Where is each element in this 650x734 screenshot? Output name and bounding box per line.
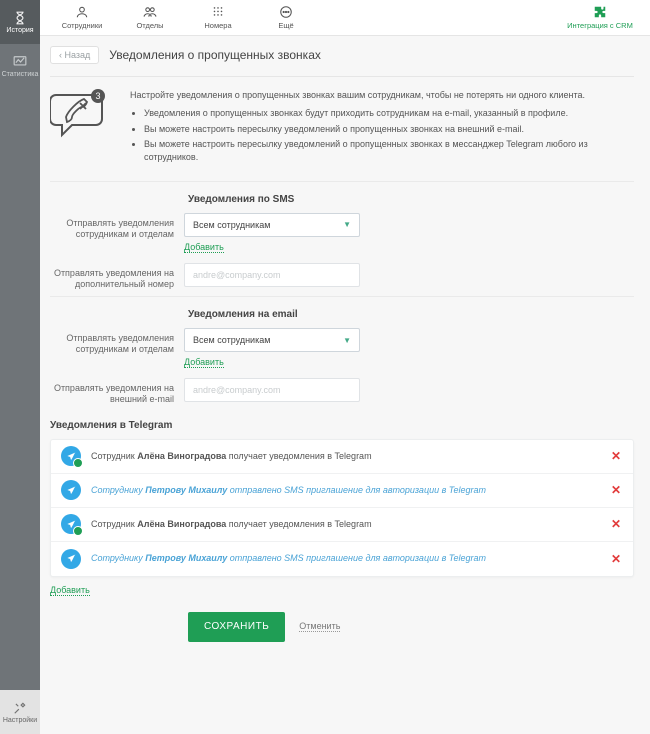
topbar: Сотрудники Отделы Номера Ещё Интеграция … [40, 0, 650, 36]
telegram-row: Сотруднику Петрову Михаилу отправлено SM… [51, 474, 633, 508]
sms-label-2: Отправлять уведомления на дополнительный… [50, 263, 184, 291]
chevron-down-icon: ▼ [343, 220, 351, 229]
tab-employees[interactable]: Сотрудники [48, 0, 116, 35]
puzzle-icon [592, 5, 608, 19]
telegram-row-text: Сотруднику Петрову Михаилу отправлено SM… [91, 553, 599, 564]
sms-add-link[interactable]: Добавить [184, 242, 224, 253]
tab-departments-label: Отделы [136, 21, 163, 30]
email-recipients-select[interactable]: Всем сотрудникам ▼ [184, 328, 360, 352]
telegram-row: Сотрудник Алёна Виноградова получает уве… [51, 440, 633, 474]
hourglass-icon [13, 11, 27, 25]
intro-bullet-3: Вы можете настроить пересылку уведомлени… [144, 138, 634, 163]
sms-select-value: Всем сотрудникам [193, 220, 270, 230]
tab-crm-label: Интеграция с CRM [567, 21, 633, 30]
sms-label-1: Отправлять уведомления сотрудникам и отд… [50, 213, 184, 241]
dialpad-icon [210, 5, 226, 19]
delete-button[interactable]: ✕ [609, 517, 623, 531]
rail-history-label: История [6, 27, 33, 34]
sms-heading: Уведомления по SMS [188, 194, 634, 205]
sms-block: Уведомления по SMS Отправлять уведомлени… [50, 181, 634, 291]
tab-crm[interactable]: Интеграция с CRM [558, 0, 642, 35]
delete-button[interactable]: ✕ [609, 449, 623, 463]
telegram-row-text: Сотруднику Петрову Михаилу отправлено SM… [91, 485, 599, 496]
page-title: Уведомления о пропущенных звонках [109, 48, 321, 62]
telegram-heading: Уведомления в Telegram [50, 420, 634, 431]
telegram-row-text: Сотрудник Алёна Виноградова получает уве… [91, 451, 599, 462]
sms-extra-input[interactable] [184, 263, 360, 287]
more-icon [278, 5, 294, 19]
rail-settings-label: Настройки [3, 717, 37, 724]
left-rail: История Статистика Настройки [0, 0, 40, 734]
telegram-row: Сотрудник Алёна Виноградова получает уве… [51, 508, 633, 542]
email-external-input[interactable] [184, 378, 360, 402]
missed-call-illustration: 3 [50, 89, 110, 139]
rail-settings[interactable]: Настройки [0, 690, 40, 734]
telegram-icon [61, 549, 81, 569]
email-heading: Уведомления на email [188, 309, 634, 320]
intro-bullet-2: Вы можете настроить пересылку уведомлени… [144, 123, 634, 136]
chart-icon [13, 55, 27, 69]
telegram-icon [61, 480, 81, 500]
email-add-link[interactable]: Добавить [184, 357, 224, 368]
svg-text:3: 3 [95, 91, 100, 101]
tab-departments[interactable]: Отделы [116, 0, 184, 35]
back-label: Назад [65, 50, 91, 60]
content: ‹ Назад Уведомления о пропущенных звонка… [40, 36, 650, 734]
tab-more[interactable]: Ещё [252, 0, 320, 35]
cancel-link[interactable]: Отменить [299, 621, 340, 632]
tools-icon [13, 701, 27, 715]
tab-more-label: Ещё [278, 21, 293, 30]
delete-button[interactable]: ✕ [609, 552, 623, 566]
telegram-block: Уведомления в Telegram Сотрудник Алёна В… [50, 420, 634, 596]
rail-stats-label: Статистика [2, 71, 39, 78]
telegram-row-text: Сотрудник Алёна Виноградова получает уве… [91, 519, 599, 530]
telegram-icon [61, 446, 81, 466]
rail-history[interactable]: История [0, 0, 40, 44]
email-label-2: Отправлять уведомления на внешний e-mail [50, 378, 184, 406]
email-label-1: Отправлять уведомления сотрудникам и отд… [50, 328, 184, 356]
telegram-list: Сотрудник Алёна Виноградова получает уве… [50, 439, 634, 577]
sms-recipients-select[interactable]: Всем сотрудникам ▼ [184, 213, 360, 237]
tab-numbers[interactable]: Номера [184, 0, 252, 35]
back-button[interactable]: ‹ Назад [50, 46, 99, 64]
intro-lead: Настройте уведомления о пропущенных звон… [130, 89, 634, 101]
telegram-add-link[interactable]: Добавить [50, 585, 90, 596]
email-block: Уведомления на email Отправлять уведомле… [50, 296, 634, 406]
chevron-down-icon: ▼ [343, 336, 351, 345]
person-icon [73, 5, 91, 19]
people-icon [140, 5, 160, 19]
telegram-row: Сотруднику Петрову Михаилу отправлено SM… [51, 542, 633, 576]
delete-button[interactable]: ✕ [609, 483, 623, 497]
intro-bullet-1: Уведомления о пропущенных звонках будут … [144, 107, 634, 120]
email-select-value: Всем сотрудникам [193, 335, 270, 345]
rail-stats[interactable]: Статистика [0, 44, 40, 88]
save-button[interactable]: СОХРАНИТЬ [188, 612, 285, 642]
telegram-icon [61, 514, 81, 534]
tab-employees-label: Сотрудники [62, 21, 103, 30]
tab-numbers-label: Номера [204, 21, 231, 30]
